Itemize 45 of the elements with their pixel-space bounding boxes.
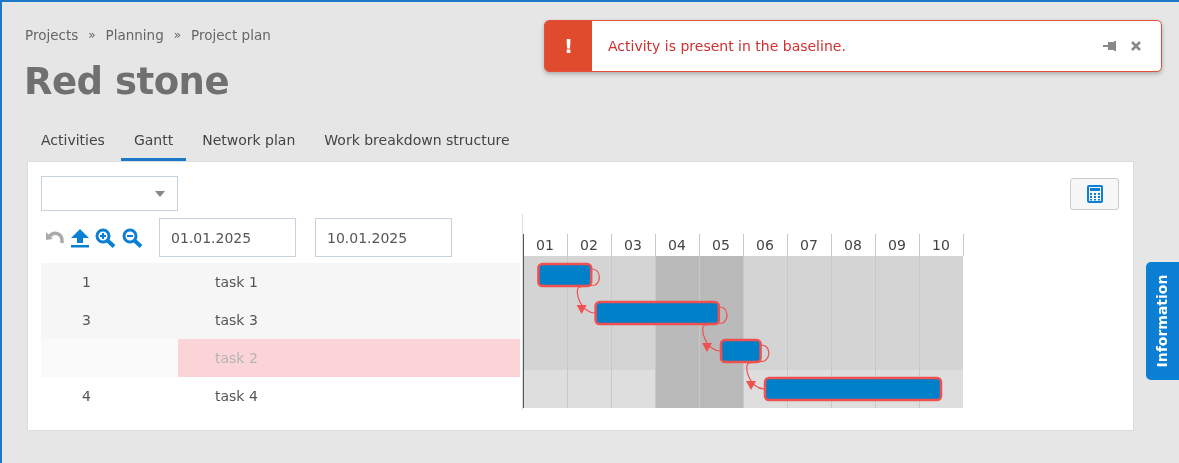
page-title: Red stone <box>24 59 231 105</box>
calculator-icon <box>1086 185 1103 203</box>
breadcrumb-link[interactable]: Projects <box>25 27 79 43</box>
day-label: 09 <box>888 237 906 253</box>
task-name-cell-text: task 1 <box>214 273 259 292</box>
task-name-cell-text: task 3 <box>214 311 259 330</box>
information-tab[interactable]: Information <box>1146 262 1179 380</box>
pin-icon[interactable] <box>1103 41 1117 51</box>
day-label: 01 <box>536 237 554 253</box>
alert-icon: ! <box>545 21 592 71</box>
start-date-field[interactable]: 01.01.2025 <box>159 218 296 257</box>
close-icon[interactable] <box>1131 41 1141 51</box>
end-date-field[interactable]: 10.01.2025 <box>315 218 452 257</box>
task-bar[interactable] <box>594 300 721 326</box>
day-label: 07 <box>800 237 818 253</box>
calendar-button[interactable] <box>1070 178 1119 210</box>
breadcrumb-separator: » <box>88 28 96 42</box>
task-bar[interactable] <box>719 338 762 364</box>
task-name-cell-text: task 4 <box>214 387 259 406</box>
table-cell-text: 4 <box>81 388 92 404</box>
table-cell-text: 3 <box>81 312 92 328</box>
dependency-arrow <box>576 268 600 314</box>
task-name-cell: task 2 <box>178 339 520 377</box>
tab[interactable]: Network plan <box>189 126 309 161</box>
day-label: 08 <box>844 237 862 253</box>
day-label: 04 <box>668 237 686 253</box>
dependency-arrow <box>746 344 770 390</box>
day-label: 02 <box>580 237 598 253</box>
table-cell-text: 1 <box>81 274 92 290</box>
upload-icon[interactable] <box>70 227 90 248</box>
breadcrumb-link[interactable]: Project plan <box>191 27 271 43</box>
zoom-in-icon[interactable] <box>95 227 117 248</box>
caret-icon <box>155 190 165 197</box>
zoom-out-icon[interactable] <box>122 227 144 248</box>
day-label: 05 <box>712 237 730 253</box>
tab[interactable]: Activities <box>28 126 118 161</box>
tab[interactable]: Work breakdown structure <box>311 126 523 161</box>
task-bar[interactable] <box>537 262 593 288</box>
task-bar[interactable] <box>763 376 943 402</box>
toast-message: Activity is present in the baseline. <box>607 38 847 54</box>
day-label: 06 <box>756 237 774 253</box>
breadcrumb-separator: » <box>173 28 182 42</box>
breadcrumb-link[interactable]: Planning <box>105 27 164 43</box>
day-label: 10 <box>932 237 950 253</box>
day-label: 03 <box>624 237 642 253</box>
